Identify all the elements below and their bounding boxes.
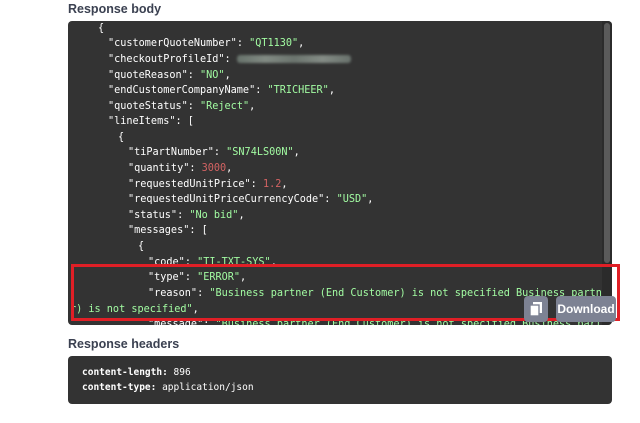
response-headers-title: Response headers bbox=[68, 337, 180, 351]
response-headers-code: content-length: 896 content-type: applic… bbox=[68, 356, 612, 404]
json-string: "Reject" bbox=[200, 101, 250, 112]
json-punct: , bbox=[224, 70, 231, 81]
copy-button[interactable] bbox=[524, 296, 548, 322]
code-line: "checkoutProfileId": bbox=[108, 53, 351, 67]
code-line: { bbox=[118, 131, 124, 145]
json-punct: : bbox=[184, 257, 198, 268]
header-name: content-type: bbox=[82, 382, 157, 393]
json-punct: , bbox=[249, 101, 256, 112]
json-punct: : [ bbox=[189, 225, 208, 236]
header-value: application/json bbox=[156, 382, 254, 393]
response-body-code[interactable]: {"customerQuoteNumber": "QT1130", "checko… bbox=[68, 21, 612, 325]
code-line: "messages": [ bbox=[128, 224, 208, 238]
code-line: "status": "No bid", bbox=[128, 209, 245, 223]
json-key: "lineItems" bbox=[108, 116, 176, 127]
json-string: "Business partner (End Customer) is not … bbox=[215, 319, 612, 325]
json-string: "QT1130" bbox=[249, 38, 299, 49]
json-string: "Business partner (End Customer) is not … bbox=[209, 288, 612, 299]
json-string: "SN74LS00N" bbox=[226, 147, 294, 158]
json-key: "code" bbox=[148, 257, 185, 268]
json-key: "customerQuoteNumber" bbox=[108, 38, 237, 49]
json-punct: : bbox=[197, 288, 210, 299]
json-punct: : bbox=[224, 54, 237, 65]
header-line-content-length: content-length: 896 bbox=[82, 367, 191, 378]
header-line-content-type: content-type: application/json bbox=[82, 382, 254, 393]
code-line: r) is not specified", bbox=[70, 303, 199, 317]
json-key: "checkoutProfileId" bbox=[108, 54, 225, 65]
json-punct: , bbox=[281, 179, 288, 190]
json-punct: { bbox=[118, 132, 125, 143]
json-punct: : bbox=[187, 70, 201, 81]
code-line: "code": "TI-TXT-SYS", bbox=[148, 256, 277, 270]
scrollbar-thumb[interactable] bbox=[604, 23, 610, 263]
redacted-value bbox=[236, 55, 351, 63]
header-name: content-length: bbox=[82, 367, 168, 378]
json-key: "quoteReason" bbox=[108, 70, 188, 81]
json-string: "TI-TXT-SYS" bbox=[197, 257, 271, 268]
json-key: "requestedUnitPriceCurrencyCode" bbox=[128, 194, 325, 205]
json-string: "USD" bbox=[336, 194, 368, 205]
json-punct: : bbox=[189, 163, 202, 174]
json-string: r) is not specified" bbox=[70, 304, 193, 315]
json-punct: , bbox=[270, 257, 277, 268]
scrollbar-track[interactable] bbox=[602, 21, 612, 325]
json-punct: { bbox=[98, 23, 105, 34]
code-line: "customerQuoteNumber": "QT1130", bbox=[108, 37, 304, 51]
code-line: { bbox=[138, 240, 144, 254]
json-punct: : bbox=[187, 101, 201, 112]
json-punct: , bbox=[293, 147, 300, 158]
json-string: "TRICHEER" bbox=[267, 85, 329, 96]
code-line: "endCustomerCompanyName": "TRICHEER", bbox=[108, 84, 335, 98]
json-number: 1.2 bbox=[262, 179, 282, 190]
json-string: "ERROR" bbox=[197, 272, 241, 283]
json-punct: : bbox=[324, 194, 337, 205]
code-line: "requestedUnitPrice": 1.2, bbox=[128, 178, 288, 192]
json-punct: : bbox=[236, 38, 250, 49]
code-line: "quoteReason": "NO", bbox=[108, 69, 231, 83]
json-punct: { bbox=[138, 241, 145, 252]
json-key: "quantity" bbox=[128, 163, 190, 174]
json-punct: , bbox=[298, 38, 305, 49]
json-punct: , bbox=[192, 304, 199, 315]
json-punct: : [ bbox=[175, 116, 194, 127]
code-line: "quoteStatus": "Reject", bbox=[108, 100, 255, 114]
json-punct: : bbox=[250, 179, 263, 190]
json-punct: , bbox=[367, 194, 374, 205]
json-punct: : bbox=[203, 319, 216, 325]
json-key: "tiPartNumber" bbox=[128, 147, 214, 158]
json-key: "message" bbox=[148, 319, 204, 325]
copy-icon bbox=[530, 302, 542, 316]
json-punct: , bbox=[328, 85, 335, 96]
header-value: 896 bbox=[167, 367, 191, 378]
code-line: "tiPartNumber": "SN74LS00N", bbox=[128, 146, 300, 160]
download-button[interactable]: Download bbox=[556, 296, 616, 322]
json-punct: : bbox=[184, 272, 198, 283]
json-punct: , bbox=[226, 163, 233, 174]
json-punct: , bbox=[240, 272, 247, 283]
response-body-title: Response body bbox=[68, 2, 162, 16]
code-line: "lineItems": [ bbox=[108, 115, 194, 129]
json-key: "reason" bbox=[148, 288, 198, 299]
json-punct: : bbox=[177, 210, 190, 221]
code-line: "type": "ERROR", bbox=[148, 271, 246, 285]
code-line: "requestedUnitPriceCurrencyCode": "USD", bbox=[128, 193, 373, 207]
json-key: "messages" bbox=[128, 225, 190, 236]
json-punct: : bbox=[213, 147, 227, 158]
code-line: "quantity": 3000, bbox=[128, 162, 232, 176]
json-number: 3000 bbox=[201, 163, 227, 174]
json-key: "endCustomerCompanyName" bbox=[108, 85, 256, 96]
json-string: "NO" bbox=[200, 70, 225, 81]
json-key: "type" bbox=[148, 272, 185, 283]
json-key: "status" bbox=[128, 210, 178, 221]
json-punct: , bbox=[238, 210, 245, 221]
json-key: "requestedUnitPrice" bbox=[128, 179, 251, 190]
code-line: { bbox=[98, 22, 104, 36]
json-key: "quoteStatus" bbox=[108, 101, 188, 112]
json-punct: : bbox=[255, 85, 268, 96]
json-string: "No bid" bbox=[189, 210, 239, 221]
